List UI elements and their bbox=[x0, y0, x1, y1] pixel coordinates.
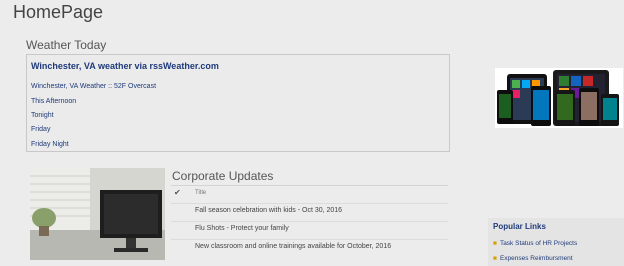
weather-heading-link[interactable]: Winchester, VA weather via rssWeather.co… bbox=[31, 61, 219, 71]
weather-friday-night-link[interactable]: Friday Night bbox=[31, 141, 69, 148]
office-image bbox=[30, 168, 165, 260]
weather-afternoon-link[interactable]: This Afternoon bbox=[31, 98, 76, 105]
list-item-title[interactable]: Fall season celebration with kids - Oct … bbox=[195, 207, 342, 214]
corporate-updates-list: ✔ Title Fall season celebration with kid… bbox=[171, 185, 448, 258]
weather-panel: Winchester, VA weather via rssWeather.co… bbox=[26, 54, 450, 152]
weather-tonight-link[interactable]: Tonight bbox=[31, 112, 54, 119]
title-column-header[interactable]: Title bbox=[195, 190, 206, 196]
list-item-title[interactable]: Flu Shots - Protect your family bbox=[195, 225, 289, 232]
list-item-title[interactable]: New classroom and online trainings avail… bbox=[195, 243, 391, 250]
weather-friday-link[interactable]: Friday bbox=[31, 126, 50, 133]
list-item[interactable]: Flu Shots - Protect your family bbox=[171, 222, 448, 240]
popular-links-title: Popular Links bbox=[493, 222, 546, 231]
corporate-header-row: ✔ Title bbox=[171, 186, 448, 204]
checkmark-icon[interactable]: ✔ bbox=[174, 188, 181, 197]
list-item[interactable]: New classroom and online trainings avail… bbox=[171, 240, 448, 257]
popular-link-hr-projects[interactable]: ■ Task Status of HR Projects bbox=[493, 240, 577, 247]
bullet-icon: ■ bbox=[493, 240, 497, 247]
weather-current-link[interactable]: Winchester, VA Weather :: 52F Overcast bbox=[31, 83, 156, 90]
list-item[interactable]: Fall season celebration with kids - Oct … bbox=[171, 204, 448, 222]
bullet-icon: ■ bbox=[493, 255, 497, 262]
corporate-updates-title: Corporate Updates bbox=[172, 169, 274, 183]
popular-link-label: Task Status of HR Projects bbox=[499, 240, 578, 247]
popular-link-label: Expenses Reimbursment bbox=[499, 255, 573, 262]
popular-links-panel: Popular Links ■ Task Status of HR Project… bbox=[488, 218, 624, 266]
devices-image bbox=[495, 68, 623, 128]
popular-link-expenses[interactable]: ■ Expenses Reimbursment bbox=[493, 255, 573, 262]
page-title: HomePage bbox=[13, 2, 104, 22]
weather-section-title: Weather Today bbox=[26, 38, 107, 52]
